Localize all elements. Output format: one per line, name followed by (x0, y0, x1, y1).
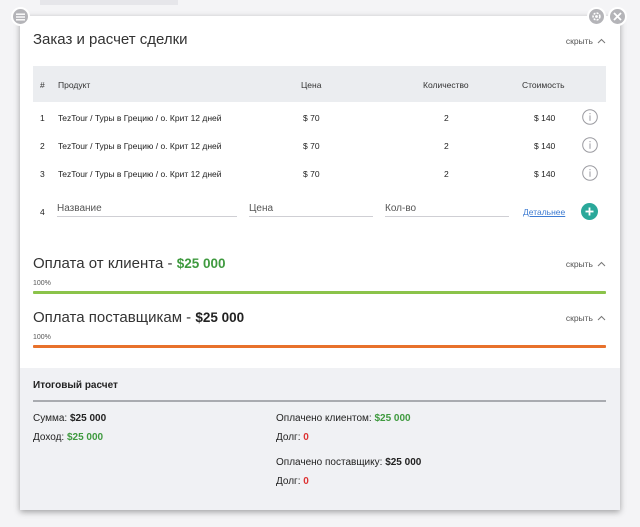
order-collapse-toggle[interactable]: скрыть (566, 36, 606, 46)
close-button[interactable] (608, 7, 627, 26)
paid-client-value: $25 000 (374, 413, 411, 424)
paid-client-label: Оплачено клиентом: (276, 413, 375, 424)
row-cost: $ 140 (534, 169, 556, 179)
row-price: $ 70 (303, 141, 320, 151)
new-row-num: 4 (40, 207, 45, 217)
summary-title: Итоговый расчет (33, 380, 118, 391)
income-value: $25 000 (66, 432, 104, 443)
col-cost: Стоимость (522, 80, 565, 90)
debt-label: Долг: (276, 432, 304, 443)
client-payment-percent: 100% (33, 280, 51, 287)
price-input[interactable] (249, 200, 373, 217)
client-debt-value: 0 (303, 432, 309, 443)
chevron-up-icon (597, 261, 606, 267)
settings-button[interactable] (587, 7, 606, 26)
collapse-label: скрыть (565, 313, 593, 323)
client-payment-progress (33, 291, 606, 294)
supplier-payment-label: Оплата поставщикам - (33, 309, 196, 326)
supplier-payment-percent: 100% (33, 334, 51, 341)
row-qty: 2 (444, 113, 449, 123)
debt-label: Долг: (276, 476, 304, 487)
row-qty: 2 (444, 169, 449, 179)
client-payment-progress-fill (33, 291, 606, 294)
menu-button[interactable] (11, 7, 30, 26)
row-price: $ 70 (303, 169, 320, 179)
col-num: # (40, 80, 45, 90)
row-product: TezTour / Туры в Грецию / о. Крит 12 дне… (58, 141, 222, 151)
table-row: 1 TezTour / Туры в Грецию / о. Крит 12 д… (33, 103, 606, 131)
supplier-payment-progress (33, 345, 606, 348)
deal-calculation-panel: Заказ и расчет сделки скрыть # Продукт Ц… (20, 16, 620, 510)
plus-icon (585, 207, 594, 216)
supplier-payment-progress-fill (33, 345, 606, 348)
summary-divider (33, 400, 606, 402)
close-icon (613, 12, 622, 21)
paid-supplier-label: Оплачено поставщику: (276, 457, 386, 468)
sum-label: Сумма: (33, 413, 70, 424)
client-payment-collapse-toggle[interactable]: скрыть (566, 259, 606, 269)
summary-supplier-debt: Долг: 0 (276, 476, 309, 487)
sum-value: $25 000 (69, 413, 107, 424)
row-cost: $ 140 (534, 141, 556, 151)
order-section-title: Заказ и расчет сделки (33, 31, 188, 48)
collapse-label: скрыть (565, 36, 593, 46)
row-num: 2 (40, 141, 45, 151)
product-name-input[interactable] (57, 200, 237, 217)
client-payment-title: Оплата от клиента - $25 000 (33, 255, 226, 272)
info-icon[interactable] (582, 109, 598, 125)
details-link[interactable]: Детальнее (523, 207, 565, 217)
info-icon[interactable] (582, 165, 598, 181)
background-strip (40, 0, 178, 5)
supplier-payment-amount: $25 000 (195, 310, 245, 325)
summary-client-debt: Долг: 0 (276, 432, 309, 443)
supplier-payment-collapse-toggle[interactable]: скрыть (566, 313, 606, 323)
row-qty: 2 (444, 141, 449, 151)
row-product: TezTour / Туры в Грецию / о. Крит 12 дне… (58, 113, 222, 123)
summary-paid-client: Оплачено клиентом: $25 000 (276, 413, 411, 424)
row-price: $ 70 (303, 113, 320, 123)
summary-paid-supplier: Оплачено поставщику: $25 000 (276, 457, 421, 468)
order-table-header: # Продукт Цена Количество Стоимость (33, 66, 606, 102)
col-price: Цена (301, 80, 322, 90)
supplier-payment-title: Оплата поставщикам - $25 000 (33, 309, 244, 326)
row-cost: $ 140 (534, 113, 556, 123)
row-num: 3 (40, 169, 45, 179)
chevron-up-icon (597, 315, 606, 321)
col-product: Продукт (58, 80, 91, 90)
row-num: 1 (40, 113, 45, 123)
col-quantity: Количество (423, 80, 469, 90)
table-row: 3 TezTour / Туры в Грецию / о. Крит 12 д… (33, 159, 606, 187)
summary-section: Итоговый расчет Сумма: $25 000 Доход: $2… (20, 368, 620, 510)
row-product: TezTour / Туры в Грецию / о. Крит 12 дне… (58, 169, 222, 179)
menu-icon (16, 13, 25, 20)
gear-icon (592, 12, 601, 21)
table-row: 2 TezTour / Туры в Грецию / о. Крит 12 д… (33, 131, 606, 159)
collapse-label: скрыть (565, 259, 593, 269)
paid-supplier-value: $25 000 (385, 457, 422, 468)
income-label: Доход: (33, 432, 67, 443)
summary-income: Доход: $25 000 (33, 432, 103, 443)
info-icon[interactable] (582, 137, 598, 153)
summary-sum: Сумма: $25 000 (33, 413, 106, 424)
supplier-debt-value: 0 (303, 476, 309, 487)
add-row-button[interactable] (581, 203, 598, 220)
client-payment-amount: $25 000 (176, 256, 226, 271)
chevron-up-icon (597, 38, 606, 44)
quantity-input[interactable] (385, 200, 509, 217)
client-payment-label: Оплата от клиента - (33, 255, 177, 272)
